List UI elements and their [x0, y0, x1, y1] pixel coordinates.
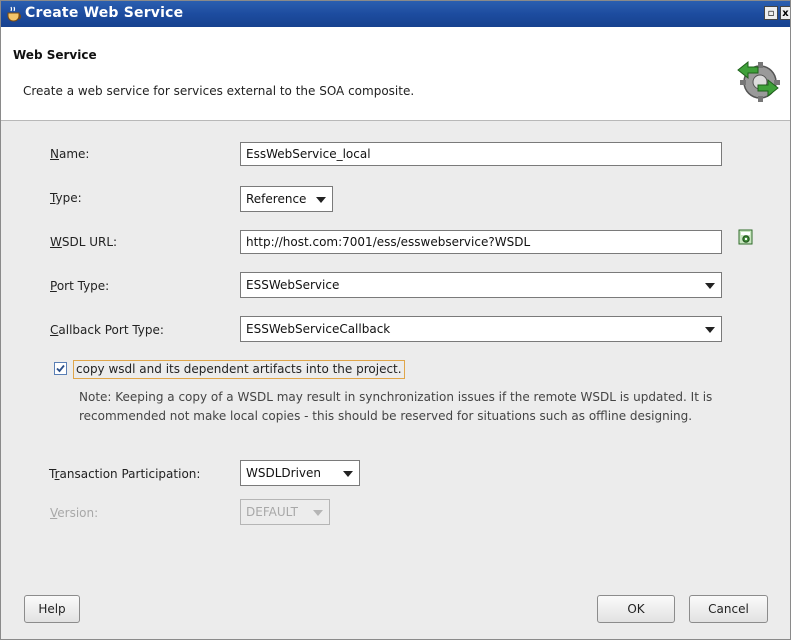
- copy-wsdl-label[interactable]: copy wsdl and its dependent artifacts in…: [73, 360, 405, 379]
- version-select: DEFAULT: [240, 499, 330, 525]
- wsdl-url-label-mnemonic: W: [50, 235, 62, 249]
- checkmark-icon: [56, 364, 65, 373]
- cancel-button[interactable]: Cancel: [689, 595, 768, 623]
- copy-wsdl-checkbox[interactable]: [54, 362, 67, 375]
- chevron-down-icon: [705, 327, 715, 333]
- wsdl-url-field[interactable]: http://host.com:7001/ess/esswebservice?W…: [240, 230, 722, 254]
- callback-port-type-value: ESSWebServiceCallback: [246, 322, 391, 336]
- help-button[interactable]: Help: [24, 595, 80, 623]
- type-label-text: ype:: [55, 191, 82, 205]
- wsdl-url-label: WSDL URL:: [50, 235, 117, 249]
- cup-icon: [7, 6, 21, 22]
- port-type-value: ESSWebService: [246, 278, 340, 292]
- chevron-down-icon: [316, 197, 326, 203]
- callback-port-type-select[interactable]: ESSWebServiceCallback: [240, 316, 722, 342]
- port-type-label-mnemonic: P: [50, 279, 57, 293]
- type-select[interactable]: Reference: [240, 186, 333, 212]
- name-label-mnemonic: N: [50, 147, 59, 161]
- transaction-value: WSDLDriven: [246, 466, 322, 480]
- title-bar[interactable]: Create Web Service ▫ x: [1, 1, 790, 27]
- type-value: Reference: [246, 192, 307, 206]
- restore-icon[interactable]: ▫: [764, 6, 778, 20]
- wizard-header: Web Service Create a web service for ser…: [1, 27, 790, 121]
- transaction-label-text: ansaction Participation:: [59, 467, 201, 481]
- transaction-label: Transaction Participation:: [49, 467, 200, 481]
- version-label: Version:: [50, 506, 98, 520]
- chevron-down-icon: [343, 471, 353, 477]
- version-value: DEFAULT: [246, 505, 298, 519]
- name-label: Name:: [50, 147, 89, 161]
- port-type-label: Port Type:: [50, 279, 109, 293]
- window-title: Create Web Service: [25, 5, 184, 21]
- port-type-label-text: ort Type:: [56, 279, 110, 293]
- create-web-service-dialog: Create Web Service ▫ x Web Service Creat…: [0, 0, 791, 640]
- wsdl-url-label-text: SDL URL:: [61, 235, 118, 249]
- service-gear-icon: [737, 60, 780, 102]
- note-text: Note: Keeping a copy of a WSDL may resul…: [79, 390, 713, 423]
- type-label: Type:: [50, 191, 82, 205]
- find-wsdl-icon[interactable]: [737, 228, 755, 246]
- port-type-select[interactable]: ESSWebService: [240, 272, 722, 298]
- chevron-down-icon: [705, 283, 715, 289]
- version-label-text: ersion:: [57, 506, 99, 520]
- close-icon[interactable]: x: [780, 6, 790, 20]
- transaction-select[interactable]: WSDLDriven: [240, 460, 360, 486]
- callback-port-type-label-text: allback Port Type:: [58, 323, 164, 337]
- header-title: Web Service: [13, 48, 97, 62]
- callback-port-type-label: Callback Port Type:: [50, 323, 164, 337]
- name-field[interactable]: EssWebService_local: [240, 142, 722, 166]
- ok-button[interactable]: OK: [597, 595, 675, 623]
- header-description: Create a web service for services extern…: [23, 84, 415, 98]
- name-label-text: ame:: [58, 147, 90, 161]
- chevron-down-icon: [313, 510, 323, 516]
